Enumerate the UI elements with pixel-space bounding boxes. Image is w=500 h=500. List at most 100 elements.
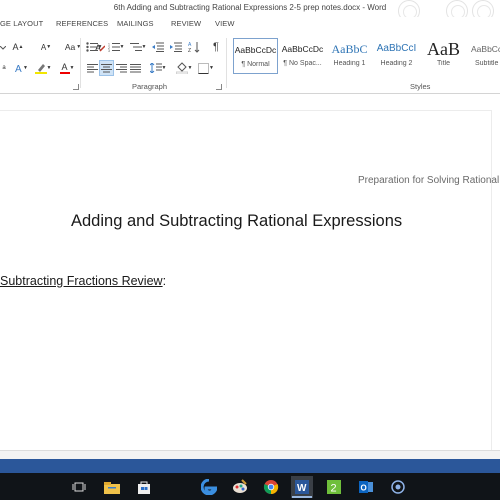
numbering-icon: 123 xyxy=(108,43,120,52)
justify-icon xyxy=(129,63,141,72)
increase-indent-button[interactable] xyxy=(169,39,183,55)
ruler-area xyxy=(0,95,500,111)
section-heading-text: Subtracting Fractions Review xyxy=(0,274,163,288)
multilevel-list-icon xyxy=(129,43,142,51)
outlook-icon-label: O xyxy=(361,484,367,493)
ribbon-tabs: GE LAYOUT REFERENCES MAILINGS REVIEW VIE… xyxy=(0,17,500,34)
numbering-button[interactable]: 1 2 3 ▼ xyxy=(107,39,125,55)
file-explorer-button[interactable] xyxy=(101,476,123,498)
app-2-icon-label: 2 xyxy=(331,483,337,495)
outlook-button[interactable]: O xyxy=(355,476,377,498)
style-sample: AaBbC xyxy=(331,42,368,56)
paragraph-group-label: Paragraph xyxy=(132,82,168,91)
style-no-spacing[interactable]: AaBbCcDc ¶ No Spac... xyxy=(280,38,325,74)
shading-button[interactable]: ▼ xyxy=(174,60,194,76)
section-heading: Subtracting Fractions Review: xyxy=(0,274,166,288)
title-bar: 6th Adding and Subtracting Rational Expr… xyxy=(0,0,500,22)
align-right-icon xyxy=(115,63,127,72)
style-name: ¶ No Spac... xyxy=(283,60,322,67)
align-left-button[interactable] xyxy=(85,60,99,76)
document-canvas[interactable] xyxy=(0,95,500,450)
decrease-indent-button[interactable] xyxy=(151,39,165,55)
ribbon: A▲ A▼ Aa▼ A a A▼ ▼ A ▼ ▼ 123▼ ▼ AZ xyxy=(0,34,500,94)
align-right-button[interactable] xyxy=(114,60,128,76)
section-heading-colon: : xyxy=(162,274,167,288)
edge-button[interactable] xyxy=(198,476,220,498)
app-2-button[interactable]: 2 xyxy=(323,476,345,498)
font-size-dropdown-arrow[interactable] xyxy=(0,40,6,56)
highlighter-icon xyxy=(34,64,47,74)
font-color-swatch xyxy=(59,72,70,74)
line-spacing-icon xyxy=(149,63,162,73)
paint-button[interactable] xyxy=(229,476,251,498)
paint-icon xyxy=(233,479,247,493)
justify-button[interactable] xyxy=(128,60,142,76)
task-view-icon xyxy=(72,482,86,492)
line-spacing-button[interactable]: ▼ xyxy=(148,60,168,76)
highlight-color-button[interactable]: ▼ xyxy=(34,60,52,76)
outlook-icon: O xyxy=(359,481,373,493)
task-view-button[interactable] xyxy=(68,476,90,498)
style-name: Subtitle xyxy=(475,60,499,67)
sort-button[interactable]: AZ xyxy=(187,39,201,55)
style-heading-1[interactable]: AaBbC Heading 1 xyxy=(327,38,372,74)
multilevel-list-button[interactable]: ▼ xyxy=(129,39,147,55)
show-hide-marks-button[interactable]: ¶ xyxy=(209,39,223,55)
style-sample: AaBbCcI xyxy=(376,43,417,54)
bullets-icon xyxy=(85,42,98,52)
style-name: Heading 1 xyxy=(333,60,366,67)
style-sample: AaBbCcDc xyxy=(234,45,277,55)
status-bar xyxy=(0,459,500,473)
borders-button[interactable]: ▼ xyxy=(196,60,216,76)
text-effects-button[interactable]: A ▼ xyxy=(14,60,28,76)
style-name: Heading 2 xyxy=(380,60,413,67)
style-sample: AaBbCcDc xyxy=(281,44,324,54)
chrome-button[interactable] xyxy=(260,476,282,498)
store-icon xyxy=(138,481,150,494)
shading-bucket-icon xyxy=(175,62,188,74)
tab-mailings[interactable]: MAILINGS xyxy=(117,19,154,28)
font-dialog-launcher[interactable] xyxy=(73,84,79,90)
vertical-scrollbar[interactable] xyxy=(491,110,500,450)
window-title: 6th Adding and Subtracting Rational Expr… xyxy=(113,3,387,12)
group-separator xyxy=(80,38,81,88)
edge-icon xyxy=(201,479,217,495)
borders-icon xyxy=(198,62,210,74)
style-heading-2[interactable]: AaBbCcI Heading 2 xyxy=(374,38,419,74)
align-left-icon xyxy=(86,63,98,72)
page-header-text: Preparation for Solving Rational xyxy=(358,175,500,186)
grow-font-button[interactable]: A ▲ xyxy=(10,39,26,55)
style-subtitle[interactable]: AaBbCcD Subtitle xyxy=(468,38,500,74)
align-center-icon xyxy=(101,63,112,72)
store-button[interactable] xyxy=(133,476,155,498)
app-2-icon: 2 xyxy=(327,480,341,495)
svg-text:Z: Z xyxy=(188,48,191,53)
style-sample: AaB xyxy=(427,39,460,59)
center-button[interactable] xyxy=(99,60,114,76)
style-title[interactable]: AaB Title xyxy=(421,38,466,74)
cortana-circle-icon xyxy=(391,480,405,494)
cortana-circle-button[interactable] xyxy=(387,476,409,498)
paragraph-dialog-launcher[interactable] xyxy=(216,84,222,90)
tab-view[interactable]: VIEW xyxy=(215,19,235,28)
document-title: Adding and Subtracting Rational Expressi… xyxy=(71,212,403,230)
font-color-button[interactable]: A ▼ xyxy=(58,60,76,76)
tab-references[interactable]: REFERENCES xyxy=(56,19,108,28)
tab-review[interactable]: REVIEW xyxy=(171,19,201,28)
shrink-font-button[interactable]: A ▼ xyxy=(38,39,54,55)
group-separator xyxy=(226,38,227,88)
change-case-label: Aa xyxy=(64,42,76,52)
decrease-indent-icon xyxy=(152,42,164,52)
style-name: Title xyxy=(437,60,450,67)
style-normal[interactable]: AaBbCcDc ¶ Normal xyxy=(233,38,278,74)
word-icon: W xyxy=(295,480,309,494)
tab-page-layout[interactable]: GE LAYOUT xyxy=(0,19,43,28)
word-button[interactable]: W xyxy=(291,476,313,498)
font-color-label: A xyxy=(61,62,68,72)
style-sample: AaBbCcD xyxy=(471,44,500,54)
subscript-button[interactable]: a xyxy=(0,60,8,76)
bullets-button[interactable]: ▼ xyxy=(85,39,103,55)
style-name: ¶ Normal xyxy=(241,61,270,68)
svg-text:A: A xyxy=(15,64,22,74)
svg-text:3: 3 xyxy=(108,49,110,52)
